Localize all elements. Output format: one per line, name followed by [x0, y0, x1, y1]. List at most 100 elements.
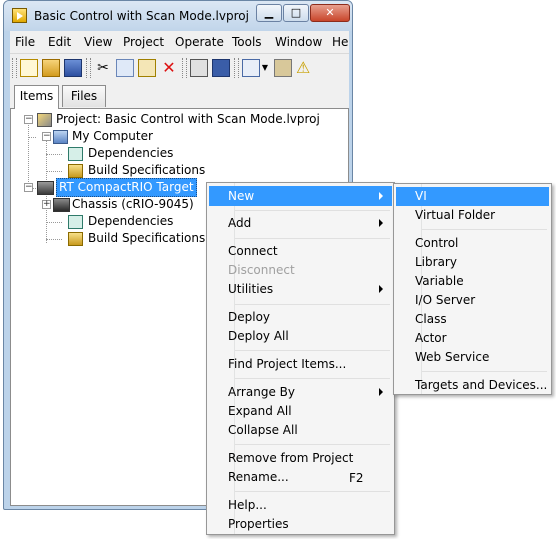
menu-item-arrange-by[interactable]: Arrange By: [228, 383, 295, 401]
labview-project-icon: [12, 8, 27, 23]
tab-strip: Items Files: [10, 85, 349, 109]
menu-separator: [235, 210, 390, 211]
menu-item-remove-from-project[interactable]: Remove from Project: [228, 449, 353, 467]
menu-item-targets-and-devices[interactable]: Targets and Devices...: [415, 376, 547, 394]
tree-line: [46, 140, 47, 180]
menu-separator: [235, 444, 390, 445]
menu-separator: [235, 238, 390, 239]
menu-edit[interactable]: Edit: [48, 35, 71, 49]
menu-help[interactable]: He: [332, 35, 348, 49]
menu-separator: [422, 371, 547, 372]
menu-item-deploy-all[interactable]: Deploy All: [228, 327, 289, 345]
toolbar-grip[interactable]: [234, 58, 239, 78]
paste-icon[interactable]: [138, 59, 156, 77]
menu-item-help[interactable]: Help...: [228, 496, 267, 514]
submenu-arrow-icon: [379, 192, 383, 200]
menu-item-new[interactable]: New: [228, 187, 254, 205]
menu-item-web-service[interactable]: Web Service: [415, 348, 489, 366]
tree-item-project[interactable]: Project: Basic Control with Scan Mode.lv…: [56, 111, 320, 128]
delete-icon[interactable]: ✕: [160, 59, 178, 77]
menu-bar: File Edit View Project Operate Tools Win…: [10, 31, 349, 54]
open-folder-icon[interactable]: [42, 59, 60, 77]
menu-item-vi[interactable]: VI: [415, 187, 427, 205]
menu-tools[interactable]: Tools: [232, 35, 262, 49]
chassis-icon: [53, 198, 70, 212]
menu-separator: [235, 491, 390, 492]
expand-toggle[interactable]: +: [42, 200, 51, 209]
warning-icon[interactable]: ⚠: [296, 59, 312, 77]
menu-item-io-server[interactable]: I/O Server: [415, 291, 475, 309]
collapse-toggle[interactable]: −: [24, 115, 33, 124]
new-icon[interactable]: [20, 59, 38, 77]
build-specifications-icon: [68, 232, 83, 246]
menu-item-class[interactable]: Class: [415, 310, 447, 328]
menu-item-actor[interactable]: Actor: [415, 329, 447, 347]
menu-file[interactable]: File: [15, 35, 35, 49]
tree-line: [28, 137, 36, 138]
menu-item-find-project-items[interactable]: Find Project Items...: [228, 355, 346, 373]
submenu-arrow-icon: [379, 219, 383, 227]
tree-item-my-computer[interactable]: My Computer: [72, 128, 153, 145]
menu-item-utilities[interactable]: Utilities: [228, 280, 273, 298]
minimize-icon: ▁: [264, 6, 274, 19]
save-all-icon[interactable]: [64, 59, 82, 77]
menu-separator: [235, 304, 390, 305]
dependencies-icon: [68, 215, 83, 229]
minimize-button[interactable]: ▁: [256, 4, 282, 22]
tree-line: [46, 239, 62, 240]
submenu-arrow-icon: [379, 388, 383, 396]
project-icon: [37, 113, 52, 127]
menu-separator: [235, 378, 390, 379]
tree-line: [46, 222, 62, 223]
tab-files[interactable]: Files: [62, 85, 106, 107]
maximize-icon: □: [290, 6, 302, 19]
toolbar-grip[interactable]: [12, 58, 17, 78]
maximize-button[interactable]: □: [283, 4, 309, 22]
menu-item-properties[interactable]: Properties: [228, 515, 289, 533]
menu-view[interactable]: View: [84, 35, 112, 49]
menu-item-control[interactable]: Control: [415, 234, 458, 252]
menu-separator: [235, 350, 390, 351]
copy-icon[interactable]: [116, 59, 134, 77]
context-menu: New Add Connect Disconnect Utilities Dep…: [206, 182, 395, 535]
menu-item-add[interactable]: Add: [228, 214, 251, 232]
tree-line: [46, 171, 62, 172]
tree-item-rt-target[interactable]: RT CompactRIO Target: [56, 178, 197, 197]
menu-item-expand-all[interactable]: Expand All: [228, 402, 292, 420]
new-submenu: VI Virtual Folder Control Library Variab…: [393, 183, 552, 395]
tree-item-build-specifications[interactable]: Build Specifications: [88, 162, 205, 179]
menu-item-variable[interactable]: Variable: [415, 272, 464, 290]
tree-item-chassis[interactable]: Chassis (cRIO-9045): [72, 196, 194, 213]
close-button[interactable]: ✕: [310, 4, 350, 22]
tree-item-dependencies[interactable]: Dependencies: [88, 145, 173, 162]
toolbar: ✂ ✕ ▼ ⚠: [10, 54, 349, 82]
deploy-icon[interactable]: [212, 59, 230, 77]
tree-line: [28, 122, 29, 186]
chevron-down-icon[interactable]: ▼: [260, 59, 270, 77]
menu-operate[interactable]: Operate: [175, 35, 224, 49]
menu-separator: [422, 229, 547, 230]
crio-target-icon: [37, 181, 54, 195]
toolbar-grip[interactable]: [182, 58, 187, 78]
menu-window[interactable]: Window: [275, 35, 322, 49]
menu-project[interactable]: Project: [123, 35, 164, 49]
tab-items[interactable]: Items: [14, 85, 59, 109]
menu-item-library[interactable]: Library: [415, 253, 457, 271]
properties-icon[interactable]: [274, 59, 292, 77]
tree-item-build-specifications[interactable]: Build Specifications: [88, 230, 205, 247]
toolbar-grip[interactable]: [86, 58, 91, 78]
menu-item-virtual-folder[interactable]: Virtual Folder: [415, 206, 495, 224]
menu-item-connect[interactable]: Connect: [228, 242, 278, 260]
tree-item-dependencies[interactable]: Dependencies: [88, 213, 173, 230]
menu-item-deploy[interactable]: Deploy: [228, 308, 270, 326]
computer-icon: [53, 130, 68, 144]
collapse-toggle[interactable]: −: [42, 132, 51, 141]
cut-icon[interactable]: ✂: [94, 59, 112, 77]
menu-item-disconnect: Disconnect: [228, 263, 295, 277]
view-icon[interactable]: [242, 59, 260, 77]
title-bar[interactable]: Basic Control with Scan Mode.lvproj ▁ □ …: [4, 1, 352, 31]
menu-item-rename[interactable]: Rename...: [228, 468, 289, 486]
collapse-toggle[interactable]: −: [24, 183, 33, 192]
menu-item-collapse-all[interactable]: Collapse All: [228, 421, 298, 439]
build-icon[interactable]: [190, 59, 208, 77]
